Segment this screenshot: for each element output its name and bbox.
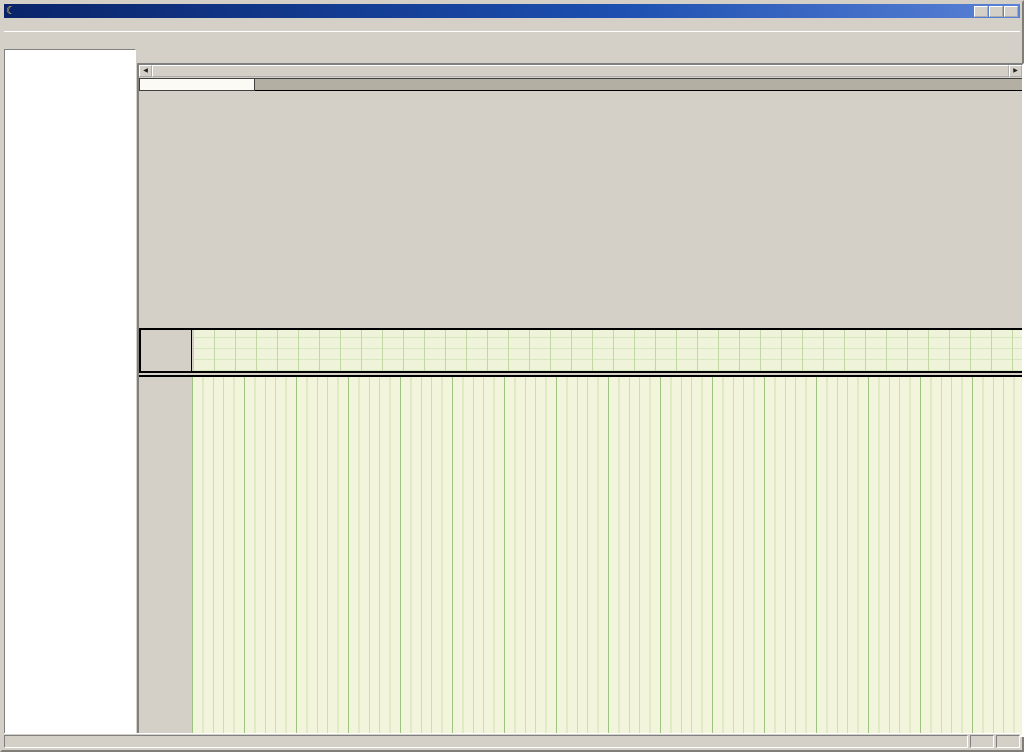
time-header bbox=[139, 78, 1022, 91]
scroll-thumb[interactable] bbox=[152, 65, 1009, 77]
content-inner: ◀ ▶ bbox=[139, 65, 1022, 735]
waveform-plot[interactable] bbox=[192, 377, 1022, 735]
trend-scrollbar[interactable]: ◀ ▶ bbox=[139, 65, 1022, 78]
maximize-button[interactable] bbox=[989, 6, 1003, 17]
signal-tree bbox=[4, 49, 136, 737]
close-button[interactable] bbox=[1004, 6, 1018, 17]
status-bar bbox=[4, 733, 1020, 748]
menu-bar bbox=[4, 18, 1020, 31]
status-text bbox=[4, 735, 968, 748]
content-frame: ◀ ▶ bbox=[137, 63, 1024, 737]
time-tick-strip bbox=[255, 78, 1022, 91]
time-axis-label bbox=[139, 78, 255, 91]
scroll-right-icon[interactable]: ▶ bbox=[1009, 65, 1022, 77]
scroll-left-icon[interactable]: ◀ bbox=[139, 65, 152, 77]
ecg-plot[interactable] bbox=[193, 330, 1022, 371]
tab-bar bbox=[137, 46, 1024, 63]
status-cell-empty bbox=[996, 735, 1020, 748]
title-bar: ☾ bbox=[4, 4, 1020, 18]
app-window: ☾ ◀ ▶ bbox=[0, 0, 1024, 752]
num-lock-indicator bbox=[970, 735, 994, 748]
minimize-button[interactable] bbox=[974, 6, 988, 17]
waveform-channel-labels bbox=[139, 377, 192, 735]
waveform-panel bbox=[139, 375, 1022, 735]
ecg-strip bbox=[139, 328, 1022, 373]
ecg-channel-label bbox=[141, 330, 192, 371]
app-icon: ☾ bbox=[6, 6, 16, 16]
